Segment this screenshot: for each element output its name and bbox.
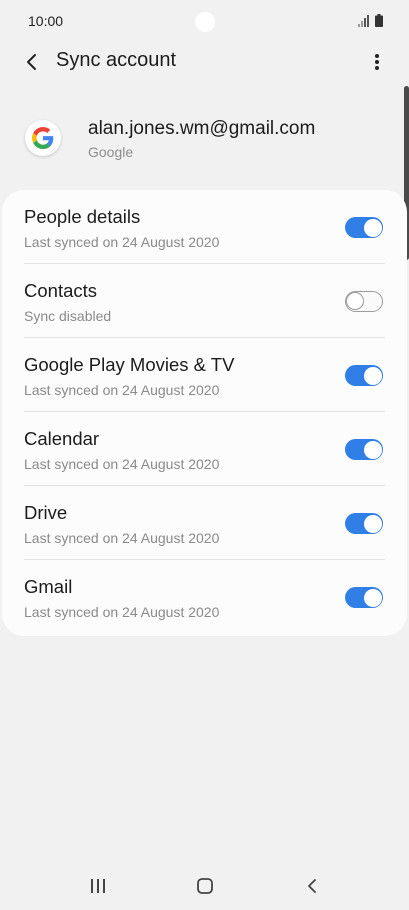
status-time: 10:00 — [28, 13, 64, 29]
camera-cutout — [195, 12, 215, 32]
sync-item-title: Contacts — [24, 280, 98, 301]
sync-item-google-play-movies[interactable]: Google Play Movies & TV Last synced on 2… — [2, 338, 407, 412]
back-arrow-icon[interactable] — [20, 50, 44, 74]
sync-item-subtitle: Last synced on 24 August 2020 — [24, 604, 220, 620]
sync-toggle-contacts[interactable] — [345, 291, 383, 312]
signal-icon — [358, 15, 369, 27]
sync-item-gmail[interactable]: Gmail Last synced on 24 August 2020 — [2, 560, 407, 634]
status-bar: 10:00 — [0, 0, 409, 44]
sync-items-card: People details Last synced on 24 August … — [2, 190, 407, 636]
navigation-bar — [0, 862, 409, 910]
sync-item-calendar[interactable]: Calendar Last synced on 24 August 2020 — [2, 412, 407, 486]
sync-item-subtitle: Last synced on 24 August 2020 — [24, 382, 220, 398]
sync-toggle-gmail[interactable] — [345, 587, 383, 608]
sync-item-title: Drive — [24, 502, 68, 523]
account-type: Google — [88, 144, 134, 160]
sync-toggle-drive[interactable] — [345, 513, 383, 534]
status-icons — [358, 14, 383, 27]
sync-item-title: People details — [24, 206, 141, 227]
sync-toggle-google-play-movies[interactable] — [345, 365, 383, 386]
sync-item-subtitle: Sync disabled — [24, 308, 112, 324]
back-icon[interactable] — [300, 876, 324, 896]
more-options-icon[interactable] — [365, 50, 389, 74]
sync-item-people-details[interactable]: People details Last synced on 24 August … — [2, 190, 407, 264]
account-email: alan.jones.wm@gmail.com — [88, 118, 316, 139]
sync-item-title: Gmail — [24, 576, 73, 597]
sync-item-title: Google Play Movies & TV — [24, 354, 235, 375]
sync-toggle-calendar[interactable] — [345, 439, 383, 460]
toggle-knob — [363, 588, 382, 607]
page-title: Sync account — [56, 49, 177, 71]
recent-apps-icon[interactable] — [86, 876, 110, 896]
sync-item-drive[interactable]: Drive Last synced on 24 August 2020 — [2, 486, 407, 560]
toggle-knob — [346, 292, 364, 310]
sync-item-subtitle: Last synced on 24 August 2020 — [24, 530, 220, 546]
app-bar: Sync account — [0, 44, 409, 80]
toggle-knob — [363, 218, 382, 237]
home-icon[interactable] — [193, 876, 217, 896]
toggle-knob — [363, 440, 382, 459]
toggle-knob — [363, 514, 382, 533]
battery-icon — [375, 14, 383, 27]
sync-item-subtitle: Last synced on 24 August 2020 — [24, 234, 220, 250]
toggle-knob — [363, 366, 382, 385]
sync-item-subtitle: Last synced on 24 August 2020 — [24, 456, 220, 472]
sync-toggle-people-details[interactable] — [345, 217, 383, 238]
google-logo-icon — [25, 120, 61, 156]
account-header: alan.jones.wm@gmail.com Google — [0, 110, 409, 170]
sync-item-contacts[interactable]: Contacts Sync disabled — [2, 264, 407, 338]
sync-item-title: Calendar — [24, 428, 100, 449]
